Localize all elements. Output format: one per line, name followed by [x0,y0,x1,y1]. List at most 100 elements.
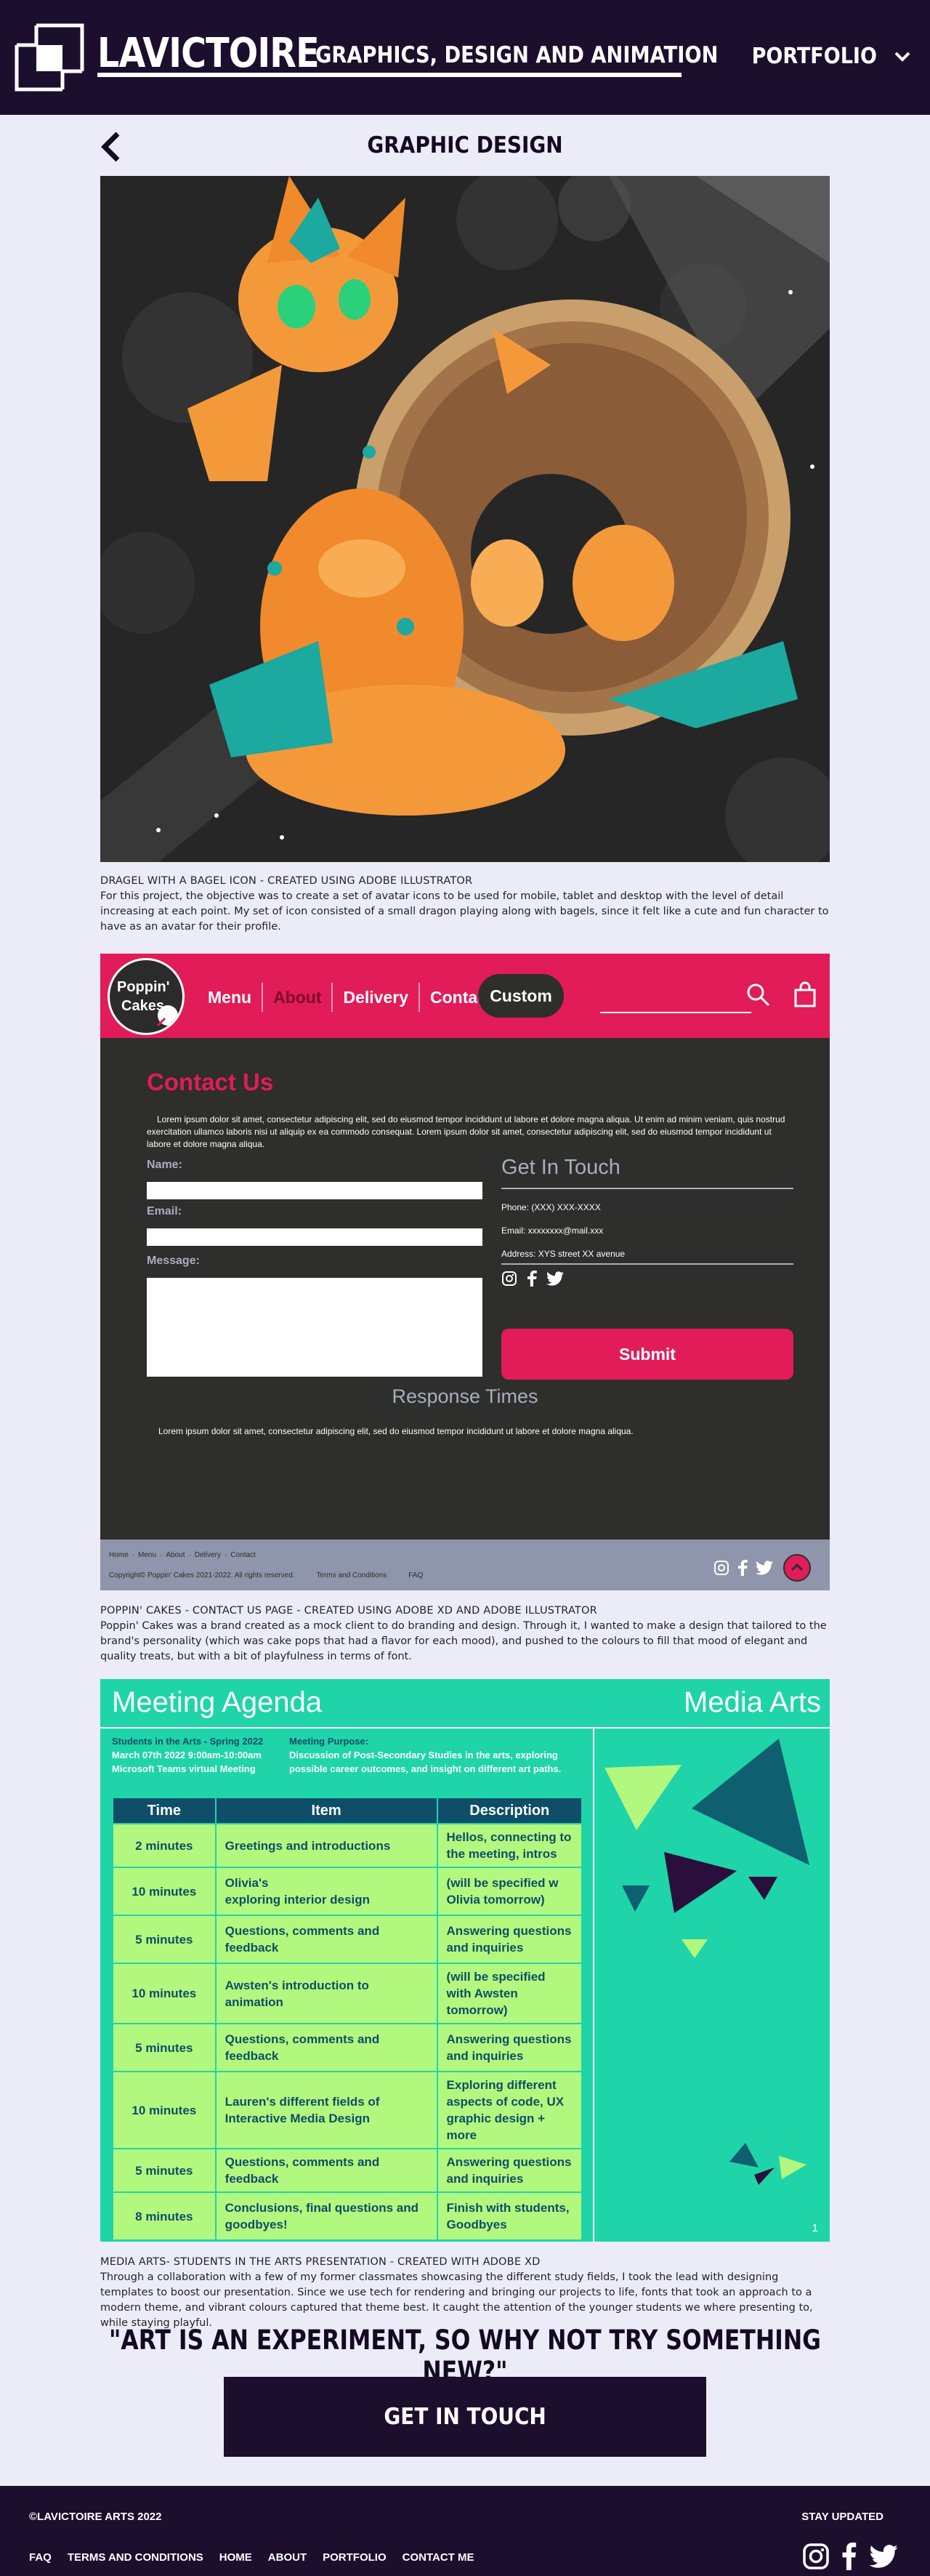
chevron-down-icon [894,52,910,62]
agenda-row: 10 minutes Olivia's exploring interior de… [112,1867,583,1916]
footer-links: FAQ TERMS AND CONDITIONS HOME ABOUT PORT… [29,2551,474,2564]
agenda-cell-description: Answering questions and inquiries [436,2023,583,2072]
agenda-cell-time: 5 minutes [112,2023,217,2072]
footer-link-contact[interactable]: CONTACT ME [403,2551,474,2564]
agenda-cell-item: Questions, comments and feedback [214,1915,438,1964]
agenda-row: 2 minutes Greetings and introductions Hell… [112,1823,583,1868]
agenda-row: 8 minutes Conclusions, final questions an… [112,2191,583,2241]
brand-tagline: GRAPHICS, DESIGN AND ANIMATION [315,42,719,68]
cakes-custom-button[interactable]: Custom [478,974,564,1018]
cakes-social [501,1271,564,1287]
footer-copyright: ©LAVICTOIRE ARTS 2022 [29,2511,162,2523]
cakes-logo-line1: Poppin' [117,979,170,995]
logo-square-icon[interactable] [15,23,84,92]
cakes-search-input[interactable] [600,1012,751,1013]
project-caption: POPPIN' CAKES - CONTACT US PAGE - CREATE… [100,1603,830,1665]
cakes-footer-contact[interactable]: Contact [230,1551,255,1559]
cakes-footer-delivery[interactable]: Delivery [195,1551,221,1559]
agenda-row: 10 minutes Lauren's different fields of I… [112,2071,583,2149]
agenda-page-number: 1 [812,2222,818,2234]
agenda-cell-item: Olivia's exploring interior design [214,1867,438,1916]
twitter-icon[interactable] [869,2543,898,2569]
divider [501,1263,793,1265]
response-times-text: Lorem ipsum dolor sit amet, consectetur … [158,1426,634,1436]
cakes-email: Email: xxxxxxxx@mail.xxx [501,1225,604,1236]
cakes-footer-home[interactable]: Home [109,1551,129,1559]
agenda-cell-item: Conclusions, final questions and goodbye… [214,2191,438,2241]
project-description: Through a collaboration with a few of my… [100,2271,813,2329]
site-footer: ©LAVICTOIRE ARTS 2022 FAQ TERMS AND COND… [0,2486,930,2576]
page-title: GRAPHIC DESIGN [367,132,563,158]
footer-link-terms[interactable]: TERMS AND CONDITIONS [68,2551,203,2564]
dragel-artwork[interactable] [100,176,830,862]
agenda-cell-time: 10 minutes [112,2071,217,2149]
get-in-touch-button[interactable]: GET IN TOUCH [224,2377,706,2457]
cakes-logo[interactable]: Poppin' Cakes [108,958,185,1035]
footer-link-home[interactable]: HOME [219,2551,252,2564]
cakes-copyright-row: Copyright© Poppin' Cakes 2021-2022. All … [109,1571,423,1579]
message-label: Message: [147,1255,200,1267]
project-title: MEDIA ARTS- STUDENTS IN THE ARTS PRESENT… [100,2256,541,2268]
agenda-cell-item: Lauren's different fields of Interactive… [214,2071,438,2149]
agenda-row: 5 minutes Questions, comments and feedbac… [112,2023,583,2072]
cakes-nav-menu[interactable]: Menu [198,983,264,1012]
cake-pop-icon [156,1005,178,1027]
cakes-footer-about[interactable]: About [166,1551,185,1559]
email-field[interactable] [147,1228,482,1246]
instagram-icon[interactable] [501,1271,517,1287]
decorative-triangles [604,1739,809,2185]
agenda-rows: 2 minutes Greetings and introductions Hell… [112,1823,583,2241]
instagram-icon[interactable] [713,1560,729,1576]
cakes-nav-delivery[interactable]: Delivery [333,983,420,1012]
footer-social [802,2543,898,2570]
facebook-icon[interactable] [737,1560,748,1576]
agenda-row: 5 minutes Questions, comments and feedbac… [112,2148,583,2193]
cakes-copyright: Copyright© Poppin' Cakes 2021-2022. All … [109,1571,295,1579]
cakes-address: Address: XYS street XX avenue [501,1249,626,1259]
facebook-icon[interactable] [526,1271,538,1287]
project-description: For this project, the objective was to c… [100,890,829,933]
meeting-agenda-slide[interactable]: Meeting Agenda Media Arts Students in th… [100,1679,830,2242]
poppin-cakes-mockup[interactable]: Poppin' Cakes Menu About Delivery Contac… [100,954,830,1590]
shopping-bag-icon[interactable] [793,981,817,1007]
agenda-cell-description: Answering questions and inquiries [436,1915,583,1964]
brand-name[interactable]: LAVICTOIRE [97,32,320,76]
twitter-icon[interactable] [546,1271,564,1287]
back-to-top-icon[interactable] [783,1554,811,1582]
cakes-footer-social [713,1554,811,1582]
portfolio-dropdown[interactable]: PORTFOLIO [745,44,911,69]
agenda-platform: Microsoft Teams virtual Meeting [112,1763,256,1774]
cakes-navbar: Poppin' Cakes Menu About Delivery Contac… [100,954,830,1038]
dragon-bagel-illustration [100,176,830,862]
search-icon[interactable] [746,983,771,1007]
cakes-intro-text: Lorem ipsum dolor sit amet, consectetur … [147,1114,785,1149]
cakes-terms-link[interactable]: Terms and Conditions [317,1571,387,1579]
cakes-faq-link[interactable]: FAQ [408,1571,423,1579]
response-times-heading: Response Times [392,1385,538,1407]
agenda-cell-item: Questions, comments and feedback [214,2148,438,2193]
instagram-icon[interactable] [802,2543,830,2570]
name-field[interactable] [147,1182,482,1199]
get-in-touch-heading: Get In Touch [501,1156,620,1179]
agenda-brand: Media Arts [684,1686,821,1718]
agenda-header-description: Description [436,1797,583,1824]
agenda-cell-description: Finish with students, Goodbyes [436,2191,583,2241]
facebook-icon[interactable] [841,2543,857,2570]
twitter-icon[interactable] [756,1560,773,1576]
page: LAVICTOIRE GRAPHICS, DESIGN AND ANIMATIO… [0,0,930,2576]
cakes-footer: Home · Menu · About · Delivery · Contact Cop… [100,1539,830,1590]
agenda-cell-description: Hellos, connecting to the meeting, intro… [436,1823,583,1868]
project-title: POPPIN' CAKES - CONTACT US PAGE - CREATE… [100,1605,597,1617]
footer-link-faq[interactable]: FAQ [29,2551,52,2564]
submit-button[interactable]: Submit [501,1329,793,1380]
cakes-footer-menu[interactable]: Menu [138,1551,156,1559]
footer-link-about[interactable]: ABOUT [268,2551,307,2564]
agenda-cell-time: 2 minutes [112,1823,217,1868]
message-field[interactable] [147,1278,482,1377]
agenda-title: Meeting Agenda [112,1686,323,1718]
site-header: LAVICTOIRE GRAPHICS, DESIGN AND ANIMATIO… [0,0,930,115]
footer-link-portfolio[interactable]: PORTFOLIO [323,2551,387,2564]
name-label: Name: [147,1159,182,1171]
cakes-nav-about[interactable]: About [263,983,333,1012]
agenda-cell-description: (will be specified w Olivia tomorrow) [436,1867,583,1916]
